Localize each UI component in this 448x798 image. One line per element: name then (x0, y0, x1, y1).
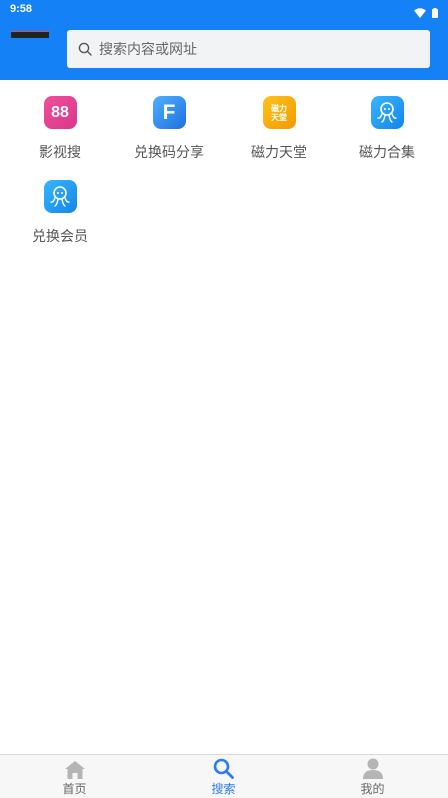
tab-home[interactable]: 首页 (0, 755, 149, 798)
app-logo (11, 31, 49, 38)
tab-label: 首页 (62, 782, 87, 796)
search-bar[interactable]: 搜索内容或网址 (67, 30, 430, 68)
grid-item-code-share[interactable]: F 兑换码分享 (113, 96, 225, 166)
grid-item-magnet-heaven[interactable]: 磁力天堂 磁力天堂 (223, 96, 335, 166)
search-placeholder: 搜索内容或网址 (99, 42, 197, 58)
grid-item-magnet-collection[interactable]: 磁力合集 (331, 96, 443, 166)
grid-item-label: 磁力天堂 (251, 145, 307, 161)
bottom-tab-bar: 首页 搜索 我的 (0, 754, 448, 798)
wifi-icon (414, 3, 426, 22)
octopus-app-icon (370, 96, 404, 129)
grid-item-redeem-membership[interactable]: 兑换会员 (4, 180, 116, 250)
user-icon (362, 758, 383, 779)
battery-icon (432, 3, 438, 22)
app-header: 9:58 搜索内容或网址 (0, 0, 448, 80)
status-time: 9:58 (10, 3, 33, 15)
tab-label: 我的 (360, 782, 385, 796)
grid-item-label: 兑换会员 (32, 229, 88, 245)
home-icon (64, 761, 85, 779)
search-icon (78, 42, 92, 56)
tab-label: 搜索 (211, 782, 236, 796)
grid-item-label: 兑换码分享 (134, 145, 204, 161)
grid-item-label: 影视搜 (39, 145, 81, 161)
magnet-heaven-app-icon: 磁力天堂 (262, 96, 296, 129)
search-icon (213, 758, 234, 779)
grid-item-yingshisou[interactable]: 88 影视搜 (4, 96, 116, 166)
f-app-icon: F (152, 96, 186, 129)
88-app-icon: 88 (43, 96, 77, 129)
grid-item-label: 磁力合集 (359, 145, 415, 161)
tab-profile[interactable]: 我的 (298, 755, 447, 798)
tab-search[interactable]: 搜索 (149, 755, 298, 798)
octopus-app-icon (43, 180, 77, 213)
status-icons (414, 3, 438, 22)
